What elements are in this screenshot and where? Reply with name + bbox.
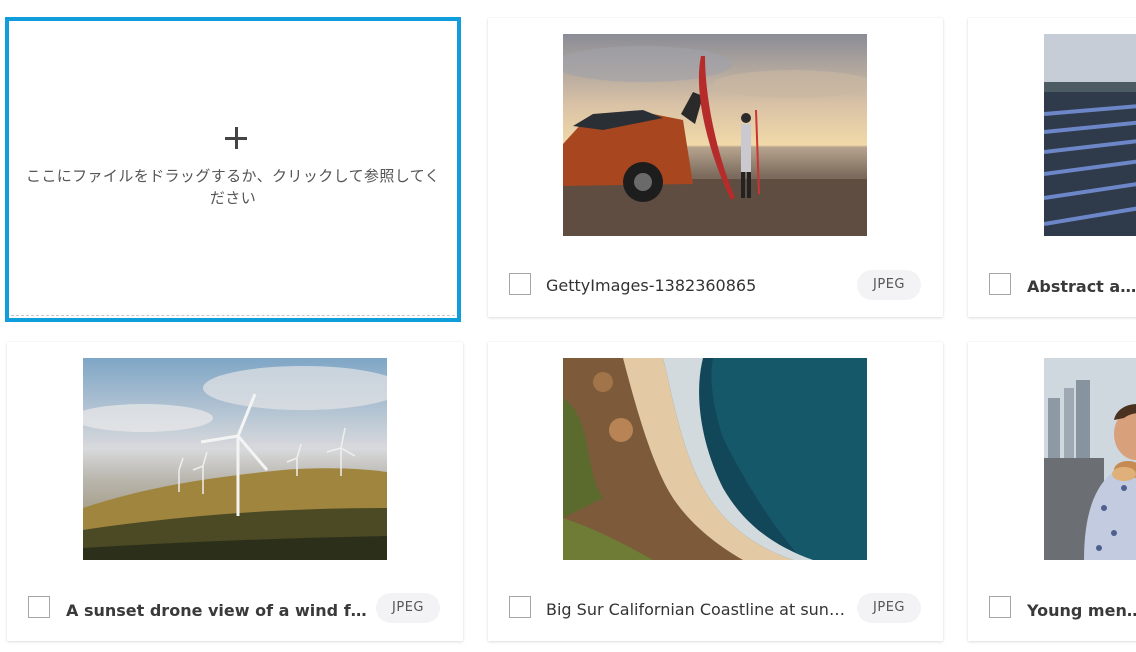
select-checkbox[interactable]: [509, 273, 531, 295]
select-checkbox[interactable]: [28, 596, 50, 618]
asset-name: Big Sur Californian Coastline at sunset.: [546, 600, 848, 619]
asset-thumbnail[interactable]: [1044, 34, 1136, 236]
asset-name: A sunset drone view of a wind farm ...: [66, 601, 368, 620]
upload-dropzone[interactable]: ここにファイルをドラッグするか、クリックして参照してください: [5, 17, 461, 322]
file-type-badge: JPEG: [376, 593, 440, 623]
asset-name: GettyImages-1382360865: [546, 276, 757, 295]
file-type-badge: JPEG: [857, 593, 921, 623]
file-type-badge: JPEG: [857, 270, 921, 300]
select-checkbox[interactable]: [989, 273, 1011, 295]
asset-thumbnail[interactable]: [563, 358, 867, 560]
select-checkbox[interactable]: [989, 596, 1011, 618]
asset-name: Abstract aeria: [1027, 277, 1136, 296]
asset-card[interactable]: Big Sur Californian Coastline at sunset.…: [488, 342, 943, 641]
select-checkbox[interactable]: [509, 596, 531, 618]
plus-icon: [225, 127, 247, 149]
upload-instruction: ここにファイルをドラッグするか、クリックして参照してください: [25, 167, 441, 207]
asset-thumbnail[interactable]: [1044, 358, 1136, 560]
asset-name: Young men ea: [1027, 601, 1136, 620]
asset-thumbnail[interactable]: [563, 34, 867, 236]
asset-card[interactable]: Abstract aeria: [968, 18, 1136, 317]
asset-thumbnail[interactable]: [83, 358, 387, 560]
asset-card[interactable]: A sunset drone view of a wind farm ... J…: [7, 342, 463, 641]
asset-card[interactable]: Young men ea: [968, 342, 1136, 641]
asset-card[interactable]: GettyImages-1382360865 JPEG: [488, 18, 943, 317]
